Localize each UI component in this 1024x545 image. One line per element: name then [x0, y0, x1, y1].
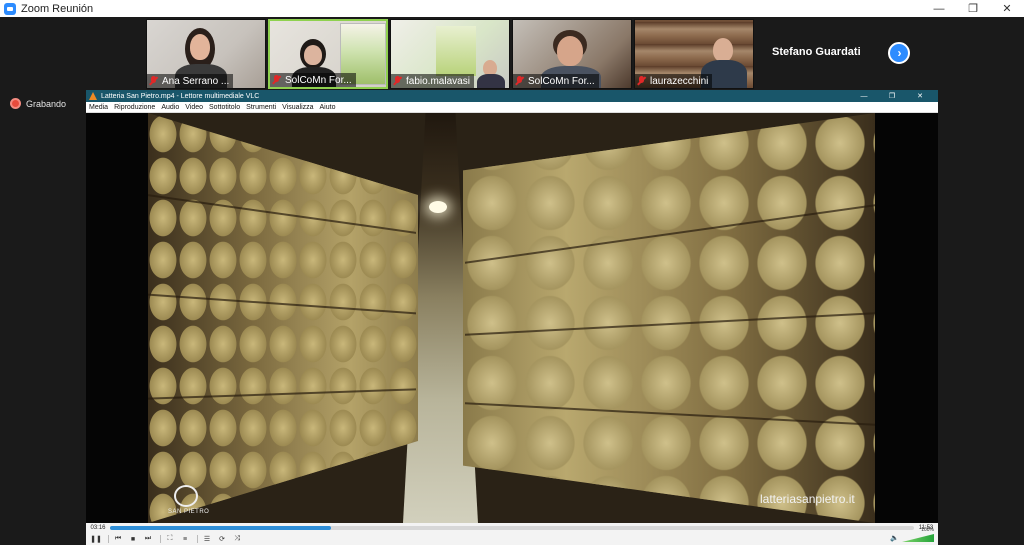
- window-controls: — ❐ ✕: [922, 0, 1024, 17]
- participant-namebar: SolCoMn For...: [513, 74, 599, 88]
- menu-audio[interactable]: Audio: [161, 104, 179, 111]
- participant-banner: [436, 26, 476, 76]
- video-frame: SAN PIETRO latteriasanpietro.it: [148, 113, 875, 523]
- window-title: Zoom Reunión: [21, 2, 94, 15]
- menu-sottotitolo[interactable]: Sottotitolo: [209, 104, 240, 111]
- cheese-shelves-right: [463, 113, 875, 523]
- participant-tile-1[interactable]: Ana Serrano ...: [146, 19, 266, 89]
- participant-name: SolCoMn For...: [528, 75, 595, 87]
- participant-face: [304, 45, 322, 65]
- extended-settings-button[interactable]: ≡: [179, 534, 191, 544]
- divider: [197, 535, 198, 543]
- participant-name: Ana Serrano ...: [162, 75, 230, 87]
- seek-progress: [110, 526, 332, 530]
- next-participants-button[interactable]: ›: [888, 42, 910, 64]
- participant-face: [557, 36, 583, 66]
- vlc-menubar: Media Riproduzione Audio Video Sottotito…: [86, 102, 938, 113]
- participant-namebar: laurazecchini: [635, 74, 713, 88]
- menu-riproduzione[interactable]: Riproduzione: [114, 104, 155, 111]
- vlc-window: Latteria San Pietro.mp4 - Lettore multim…: [86, 90, 938, 545]
- close-button[interactable]: ✕: [990, 0, 1024, 17]
- menu-aiuto[interactable]: Aiuto: [320, 104, 336, 111]
- cheese-shelves-left: [148, 113, 418, 523]
- participant-tile-2[interactable]: SolCoMn For...: [268, 19, 388, 89]
- minimize-button[interactable]: —: [922, 0, 956, 17]
- active-speaker-name[interactable]: Stefano Guardati: [772, 46, 861, 58]
- volume-level: [902, 534, 934, 542]
- maximize-button[interactable]: ❐: [956, 0, 990, 17]
- muted-mic-icon: [515, 76, 524, 86]
- volume-slider[interactable]: 100%: [902, 527, 934, 542]
- muted-mic-icon: [637, 76, 646, 86]
- speaker-icon[interactable]: 🔈: [890, 534, 899, 542]
- participant-face: [190, 34, 210, 60]
- stop-button[interactable]: ■: [127, 534, 139, 544]
- record-icon: [10, 98, 21, 109]
- pause-button[interactable]: ❚❚: [90, 534, 102, 544]
- recording-indicator[interactable]: Grabando: [10, 98, 66, 109]
- ceiling-light: [429, 201, 447, 213]
- seek-bar: 03:16 11:53: [86, 523, 938, 533]
- recording-label: Grabando: [26, 98, 67, 109]
- vlc-maximize-button[interactable]: ❐: [878, 90, 906, 102]
- volume-control: 🔈 100%: [890, 527, 934, 542]
- muted-mic-icon: [272, 75, 281, 85]
- loop-button[interactable]: ⟳: [216, 534, 228, 544]
- divider: [160, 535, 161, 543]
- vlc-close-button[interactable]: ✕: [906, 90, 934, 102]
- participant-namebar: fabio.malavasi: [391, 74, 474, 88]
- video-watermark: latteriasanpietro.it: [760, 492, 855, 506]
- volume-label: 100%: [921, 527, 934, 533]
- menu-video[interactable]: Video: [185, 104, 203, 111]
- muted-mic-icon: [149, 76, 158, 86]
- elapsed-time: 03:16: [90, 525, 106, 531]
- chevron-right-icon: ›: [897, 46, 902, 60]
- menu-strumenti[interactable]: Strumenti: [246, 104, 276, 111]
- video-area[interactable]: SAN PIETRO latteriasanpietro.it: [86, 113, 938, 523]
- vlc-window-controls: — ❐ ✕: [850, 90, 934, 102]
- next-button[interactable]: ⏭: [142, 534, 154, 544]
- playlist-button[interactable]: ☰: [201, 534, 213, 544]
- san-pietro-logo-icon: [174, 485, 198, 507]
- menu-media[interactable]: Media: [89, 104, 108, 111]
- participant-tile-5[interactable]: laurazecchini: [634, 19, 754, 89]
- fullscreen-button[interactable]: ⛶: [164, 534, 176, 544]
- participant-face: [713, 38, 733, 62]
- participant-namebar: SolCoMn For...: [270, 73, 356, 87]
- zoom-window: Zoom Reunión — ❐ ✕ Ana Serrano ... SolCo…: [0, 0, 1024, 545]
- zoom-titlebar: Zoom Reunión — ❐ ✕: [0, 0, 1024, 17]
- previous-button[interactable]: ⏮: [112, 534, 124, 544]
- vlc-minimize-button[interactable]: —: [850, 90, 878, 102]
- participant-name: laurazecchini: [650, 75, 709, 87]
- zoom-logo-icon: [4, 2, 16, 15]
- participant-body: [477, 74, 505, 88]
- seek-slider[interactable]: [110, 526, 914, 530]
- participant-tile-3[interactable]: fabio.malavasi: [390, 19, 510, 89]
- participant-name: fabio.malavasi: [406, 75, 470, 87]
- logo-text: SAN PIETRO: [168, 509, 210, 515]
- participant-tile-4[interactable]: SolCoMn For...: [512, 19, 632, 89]
- menu-visualizza[interactable]: Visualizza: [282, 104, 313, 111]
- vlc-cone-icon: [89, 92, 97, 100]
- vlc-title: Latteria San Pietro.mp4 - Lettore multim…: [101, 92, 260, 100]
- participant-name: SolCoMn For...: [285, 74, 352, 86]
- participant-namebar: Ana Serrano ...: [147, 74, 234, 88]
- muted-mic-icon: [393, 76, 402, 86]
- random-button[interactable]: ⤨: [231, 534, 243, 544]
- divider: [108, 535, 109, 543]
- vlc-titlebar: Latteria San Pietro.mp4 - Lettore multim…: [86, 90, 938, 102]
- playback-controls: ❚❚ ⏮ ■ ⏭ ⛶ ≡ ☰ ⟳ ⤨ 🔈 100%: [86, 527, 938, 545]
